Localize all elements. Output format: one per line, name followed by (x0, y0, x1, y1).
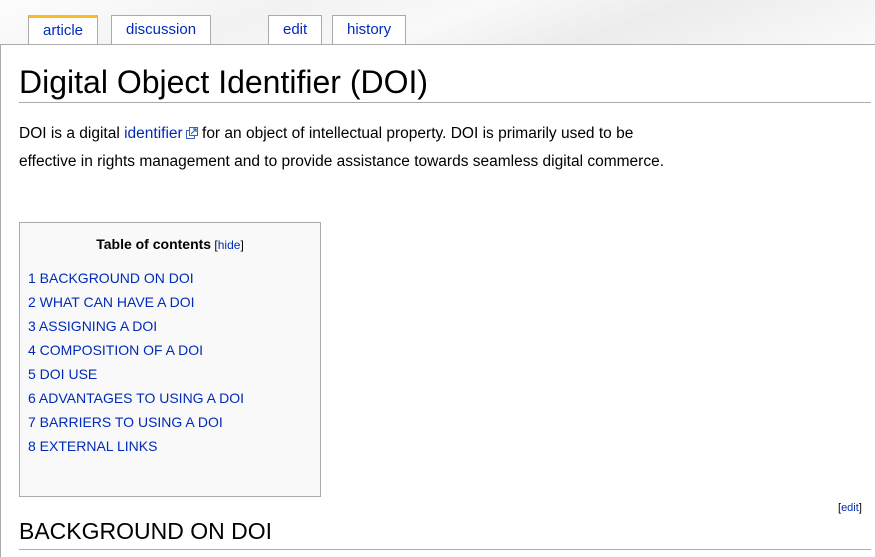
toc-item-external-links[interactable]: 8 EXTERNAL LINKS (28, 434, 244, 458)
page: article discussion edit history Digital … (0, 0, 875, 557)
section-edit-bracket-close: ] (858, 502, 862, 514)
toc-item-background[interactable]: 1 BACKGROUND ON DOI (28, 266, 244, 290)
toc-title: Table of contents (96, 236, 212, 252)
section-divider (19, 549, 871, 550)
intro-text-line2: effective in rights management and to pr… (19, 153, 664, 170)
tab-edit[interactable]: edit (268, 15, 323, 44)
identifier-link[interactable]: identifier (124, 125, 183, 142)
toc-hide-link[interactable]: hide (218, 238, 241, 252)
tab-bar: article discussion edit history (0, 0, 875, 44)
toc-item-doi-use[interactable]: 5 DOI USE (28, 362, 244, 386)
toc-item-what-can-have[interactable]: 2 WHAT CAN HAVE A DOI (28, 290, 244, 314)
tab-history[interactable]: history (332, 15, 407, 44)
toc-item-composition[interactable]: 4 COMPOSITION OF A DOI (28, 338, 244, 362)
toc-header: Table of contents [hide] (20, 235, 320, 254)
toc-item-barriers[interactable]: 7 BARRIERS TO USING A DOI (28, 410, 244, 434)
article-content: Digital Object Identifier (DOI) DOI is a… (0, 44, 875, 557)
section-edit: [edit] (838, 501, 862, 515)
section-edit-link[interactable]: edit (841, 502, 859, 514)
tab-discussion[interactable]: discussion (111, 15, 212, 44)
intro-text-line1-end: for an object of intellectual property. … (197, 125, 634, 142)
toc-bracket-close: ] (240, 238, 244, 252)
title-divider (19, 102, 871, 103)
toc-bracket-open: [ (211, 238, 218, 252)
toc-list: 1 BACKGROUND ON DOI 2 WHAT CAN HAVE A DO… (28, 266, 244, 458)
tab-article[interactable]: article (28, 15, 99, 44)
intro-text-start: DOI is a digital (19, 125, 125, 142)
page-title: Digital Object Identifier (DOI) (19, 64, 429, 100)
intro-paragraph: DOI is a digital identifier for an objec… (19, 120, 871, 175)
toc-item-advantages[interactable]: 6 ADVANTAGES TO USING A DOI (28, 386, 244, 410)
toc-item-assigning[interactable]: 3 ASSIGNING A DOI (28, 314, 244, 338)
toc-hide-toggle: [hide] (211, 238, 244, 252)
table-of-contents: Table of contents [hide] 1 BACKGROUND ON… (19, 222, 321, 497)
external-link-icon[interactable] (185, 121, 198, 148)
section-heading: BACKGROUND ON DOI (19, 518, 273, 544)
